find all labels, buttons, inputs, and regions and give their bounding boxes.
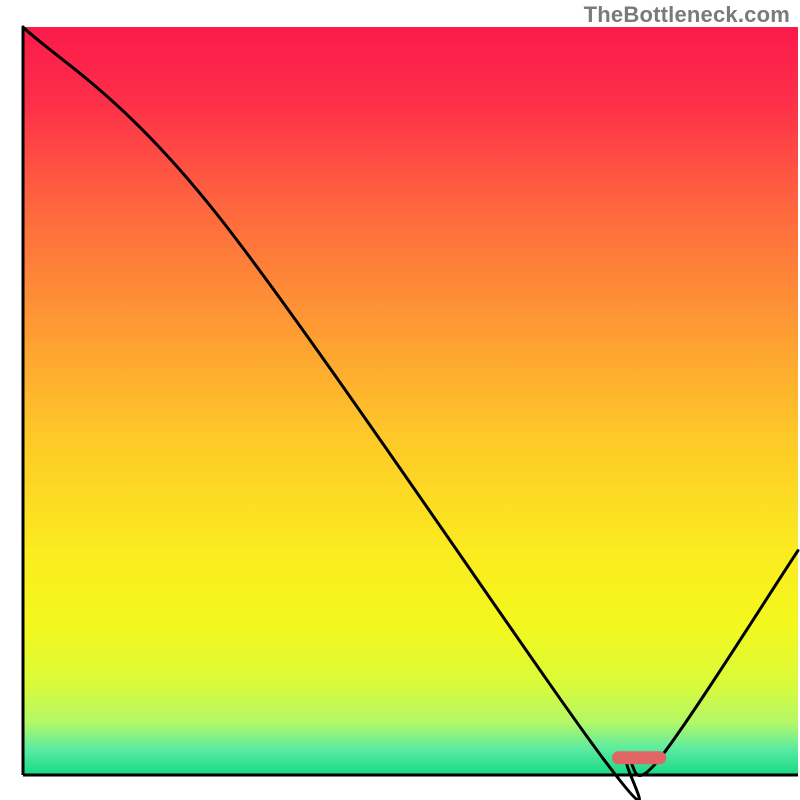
optimal-marker xyxy=(612,751,666,764)
bottleneck-chart xyxy=(0,0,800,800)
gradient-background xyxy=(23,27,798,775)
watermark-text: TheBottleneck.com xyxy=(584,2,790,28)
chart-container: TheBottleneck.com xyxy=(0,0,800,800)
